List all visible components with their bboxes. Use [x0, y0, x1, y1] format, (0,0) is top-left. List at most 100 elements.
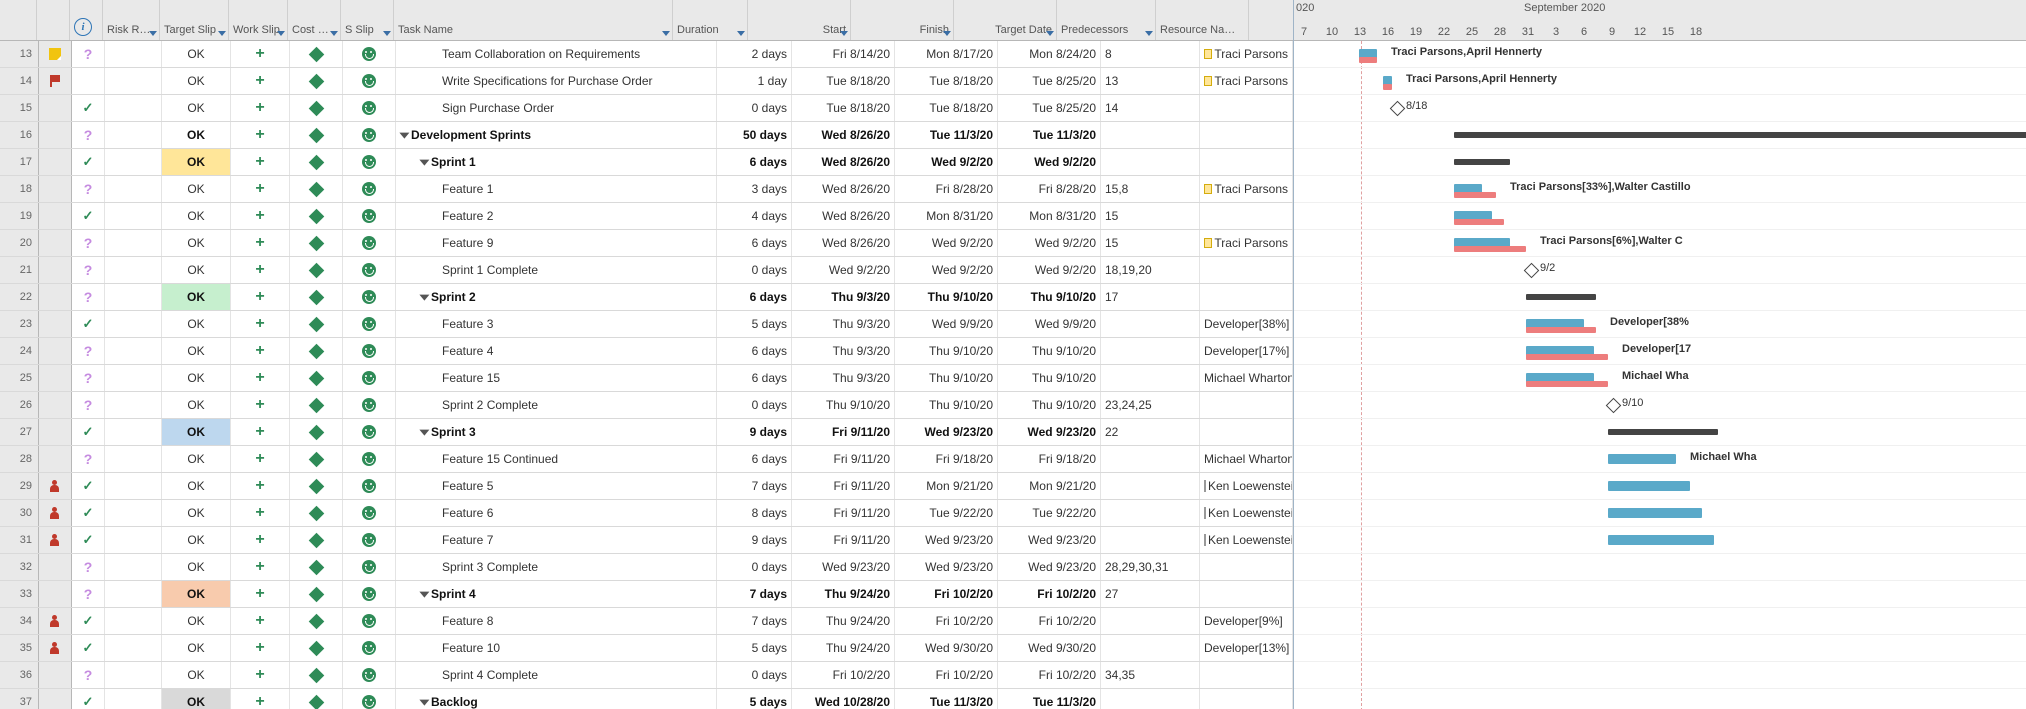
duration-cell[interactable]: 6 days [717, 446, 792, 472]
row-number[interactable]: 30 [0, 500, 39, 526]
risk-ranking-cell[interactable] [105, 500, 162, 526]
collapse-icon[interactable] [419, 430, 429, 436]
gantt-bar[interactable] [1608, 481, 1690, 491]
risk-icon-cell[interactable] [72, 311, 105, 337]
indicator-cell[interactable] [39, 41, 72, 67]
risk-ranking-cell[interactable] [105, 392, 162, 418]
start-cell[interactable]: Thu 9/3/20 [792, 338, 895, 364]
chevron-down-icon[interactable] [277, 31, 285, 36]
row-number[interactable]: 23 [0, 311, 39, 337]
target-slip-cell[interactable]: OK [162, 392, 231, 418]
finish-cell[interactable]: Fri 10/2/20 [895, 662, 998, 688]
s-slip-cell[interactable] [343, 203, 396, 229]
table-row[interactable]: 32 ? OK + Sprint 3 Complete 0 days Wed 9… [0, 554, 1293, 581]
start-header[interactable]: Start [748, 0, 851, 40]
duration-cell[interactable]: 0 days [717, 554, 792, 580]
target-slip-cell[interactable]: OK [162, 95, 231, 121]
target-date-cell[interactable]: Mon 8/31/20 [998, 203, 1101, 229]
row-number[interactable]: 17 [0, 149, 39, 175]
resource-cell[interactable]: Ken Loewenstein [1200, 473, 1293, 499]
row-number[interactable]: 37 [0, 689, 39, 709]
duration-cell[interactable]: 2 days [717, 41, 792, 67]
predecessors-cell[interactable] [1101, 122, 1200, 148]
row-number-header[interactable] [0, 0, 37, 40]
target-slip-cell[interactable]: OK [162, 257, 231, 283]
risk-icon-cell[interactable] [72, 149, 105, 175]
table-row[interactable]: 25 ? OK + Feature 15 6 days Thu 9/3/20 T… [0, 365, 1293, 392]
risk-ranking-cell[interactable] [105, 41, 162, 67]
finish-cell[interactable]: Wed 9/9/20 [895, 311, 998, 337]
duration-cell[interactable]: 6 days [717, 284, 792, 310]
gantt-row[interactable]: Michael Wha [1294, 365, 2026, 392]
indicator-cell[interactable] [39, 149, 72, 175]
task-name-header[interactable]: Task Name [394, 0, 673, 40]
collapse-icon[interactable] [419, 700, 429, 706]
indicators-header[interactable] [37, 0, 70, 40]
predecessors-cell[interactable] [1101, 527, 1200, 553]
resource-cell[interactable] [1200, 203, 1293, 229]
table-row[interactable]: 35 OK + Feature 10 5 days Thu 9/24/20 We… [0, 635, 1293, 662]
indicator-cell[interactable] [39, 203, 72, 229]
cost-slip-cell[interactable] [290, 662, 343, 688]
info-header[interactable]: i [70, 0, 103, 40]
start-cell[interactable]: Thu 9/10/20 [792, 392, 895, 418]
duration-cell[interactable]: 7 days [717, 581, 792, 607]
risk-ranking-cell[interactable] [105, 203, 162, 229]
duration-cell[interactable]: 0 days [717, 257, 792, 283]
resource-cell[interactable]: Ken Loewenstein [1200, 500, 1293, 526]
target-slip-cell[interactable]: OK [162, 311, 231, 337]
duration-cell[interactable]: 1 day [717, 68, 792, 94]
start-cell[interactable]: Thu 9/3/20 [792, 365, 895, 391]
duration-cell[interactable]: 9 days [717, 419, 792, 445]
target-slip-cell[interactable]: OK [162, 662, 231, 688]
s-slip-cell[interactable] [343, 365, 396, 391]
finish-cell[interactable]: Fri 8/28/20 [895, 176, 998, 202]
indicator-cell[interactable] [39, 95, 72, 121]
chevron-down-icon[interactable] [218, 31, 226, 36]
task-name-cell[interactable]: Feature 15 Continued [396, 446, 717, 472]
work-slip-cell[interactable]: + [231, 689, 290, 709]
indicator-cell[interactable] [39, 392, 72, 418]
start-cell[interactable]: Tue 8/18/20 [792, 68, 895, 94]
risk-ranking-cell[interactable] [105, 311, 162, 337]
work-slip-cell[interactable]: + [231, 257, 290, 283]
target-date-cell[interactable]: Thu 9/10/20 [998, 338, 1101, 364]
target-date-header[interactable]: Target Date [954, 0, 1057, 40]
risk-ranking-cell[interactable] [105, 365, 162, 391]
risk-icon-cell[interactable]: ? [72, 230, 105, 256]
cost-slip-cell[interactable] [290, 365, 343, 391]
resource-cell[interactable] [1200, 581, 1293, 607]
gantt-row[interactable] [1294, 419, 2026, 446]
finish-cell[interactable]: Thu 9/10/20 [895, 284, 998, 310]
finish-cell[interactable]: Tue 8/18/20 [895, 95, 998, 121]
summary-bar[interactable] [1608, 429, 1718, 435]
start-cell[interactable]: Thu 9/3/20 [792, 284, 895, 310]
risk-ranking-cell[interactable] [105, 149, 162, 175]
cost-slip-cell[interactable] [290, 68, 343, 94]
work-slip-cell[interactable]: + [231, 392, 290, 418]
target-slip-cell[interactable]: OK [162, 500, 231, 526]
s-slip-cell[interactable] [343, 392, 396, 418]
start-cell[interactable]: Fri 9/11/20 [792, 419, 895, 445]
target-date-cell[interactable]: Tue 9/22/20 [998, 500, 1101, 526]
s-slip-cell[interactable] [343, 473, 396, 499]
s-slip-cell[interactable] [343, 176, 396, 202]
risk-ranking-cell[interactable] [105, 689, 162, 709]
finish-cell[interactable]: Wed 9/23/20 [895, 554, 998, 580]
start-cell[interactable]: Wed 8/26/20 [792, 230, 895, 256]
resource-cell[interactable]: Traci Parsons [1200, 176, 1293, 202]
finish-header[interactable]: Finish [851, 0, 954, 40]
target-slip-cell[interactable]: OK [162, 365, 231, 391]
gantt-row[interactable]: Traci Parsons[6%],Walter C [1294, 230, 2026, 257]
predecessors-cell[interactable] [1101, 365, 1200, 391]
target-slip-cell[interactable]: OK [162, 419, 231, 445]
summary-bar[interactable] [1526, 294, 1596, 300]
summary-bar[interactable] [1454, 159, 1510, 165]
task-name-cell[interactable]: Team Collaboration on Requirements [396, 41, 717, 67]
duration-header[interactable]: Duration [673, 0, 748, 40]
target-date-cell[interactable]: Tue 11/3/20 [998, 122, 1101, 148]
finish-cell[interactable]: Tue 8/18/20 [895, 68, 998, 94]
resource-cell[interactable] [1200, 257, 1293, 283]
finish-cell[interactable]: Fri 10/2/20 [895, 581, 998, 607]
gantt-row[interactable]: 9/10 [1294, 392, 2026, 419]
